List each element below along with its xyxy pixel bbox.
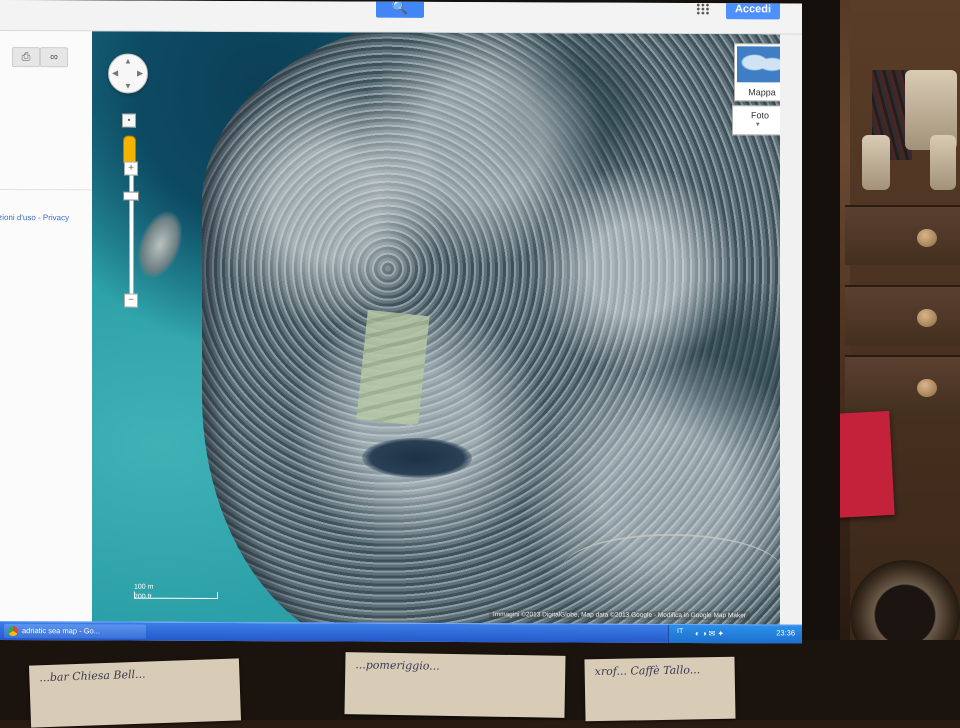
left-side-panel: ⎙ ∞ dizioni d'uso - Privacy [0,31,93,622]
scale-imperial-label: 200 ft [134,593,152,601]
system-tray: IT ◐◑✉✦ 23:36 [668,624,802,644]
google-top-bar: 🔍 Accedi [0,0,802,35]
drawer [845,205,960,265]
language-indicator[interactable]: IT [677,628,683,635]
pan-control[interactable]: ▲ ▼ ◀ ▶ [108,53,148,94]
pan-right-icon[interactable]: ▶ [137,69,143,78]
map-type-map-label: Mappa [748,87,776,98]
taskbar-window-title: adriatic sea map - Go... [22,626,100,636]
small-bottle [862,135,890,190]
handwritten-note: xrof... Caffè Tallo... [584,656,736,722]
scale-metric-label: 100 m [134,583,154,591]
drawer-knob [917,229,937,247]
map-scale: 100 m 200 ft [134,583,218,601]
handwritten-note: ...pomeriggio... [344,652,566,718]
pan-down-icon[interactable]: ▼ [124,82,132,91]
map-type-photo-button[interactable]: Foto ▾ [732,105,780,136]
desk-notes-area: ...bar Chiesa Bell... ...pomeriggio... x… [0,640,960,728]
map-type-map-button[interactable]: Mappa [734,43,780,102]
dirt-road [562,533,780,607]
tray-icons[interactable]: ◐◑✉✦ [695,629,726,638]
signin-button[interactable]: Accedi [726,0,780,20]
drawer-knob [917,309,937,327]
pan-left-icon[interactable]: ◀ [112,68,118,77]
zoom-slider-handle[interactable] [123,191,139,201]
zoom-reset-button[interactable]: • [122,113,136,128]
chevron-down-icon: ▾ [756,121,760,129]
print-button[interactable]: ⎙ [12,47,40,68]
search-button[interactable]: 🔍 [376,0,424,18]
world-map-thumbnail [737,46,780,83]
pan-up-icon[interactable]: ▲ [124,57,132,66]
search-icon: 🔍 [391,0,409,15]
map-attribution: Immagini ©2013 DigitalGlobe, Map data ©2… [488,610,750,621]
taskbar-window-button[interactable]: adriatic sea map - Go... [4,624,146,639]
link-button[interactable]: ∞ [40,47,68,68]
terms-privacy-link[interactable]: dizioni d'uso - Privacy [0,213,69,222]
dot-icon: • [127,115,131,125]
print-icon: ⎙ [21,51,31,64]
small-bottle [930,135,956,190]
apps-grid-icon[interactable] [696,3,710,16]
map-type-photo-label: Foto [750,110,769,121]
handwritten-note: ...bar Chiesa Bell... [28,658,242,728]
taskbar-clock[interactable]: 23:36 [776,628,795,637]
drawer-knob [917,379,937,397]
drawer [845,285,960,345]
dark-vegetation-patch [362,437,472,479]
windows-taskbar: adriatic sea map - Go... IT ◐◑✉✦ 23:36 [0,621,802,644]
panel-divider [0,189,92,191]
drawer [845,355,960,415]
satellite-map[interactable]: ▲ ▼ ◀ ▶ • + − Mappa Foto ▾ 100 m 200 ft … [92,31,780,625]
zoom-in-button[interactable]: + [124,161,138,176]
zoom-out-button[interactable]: − [124,293,138,308]
chrome-icon [8,626,18,637]
street-view-pegman-icon[interactable] [123,135,136,164]
link-icon: ∞ [50,51,58,64]
monitor-screen: 🔍 Accedi ⎙ ∞ dizioni d'uso - Privacy ▲ ▼… [0,0,802,644]
terraced-field [356,309,430,426]
